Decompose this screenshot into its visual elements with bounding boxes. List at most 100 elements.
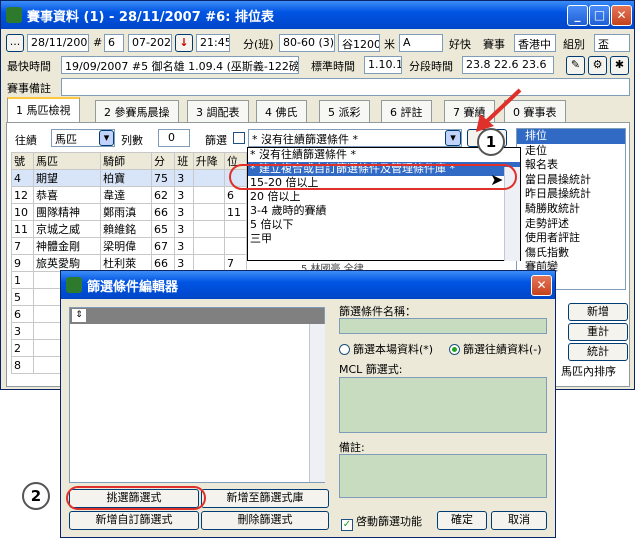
split-time-field[interactable]: 23.8 22.6 23.6 [462, 56, 554, 74]
table-cell [192, 237, 225, 255]
grid-header-cell[interactable]: 號 [11, 152, 34, 170]
tab-comments[interactable]: 6 評註 [381, 100, 432, 122]
grid-header-cell[interactable]: 分 [151, 152, 176, 170]
race-code-field[interactable]: 07-202 [128, 34, 172, 52]
list-scrollbar[interactable] [309, 324, 325, 482]
gear-icon[interactable]: ⚙ [588, 56, 607, 75]
course-field[interactable]: A [399, 34, 443, 52]
table-cell [192, 169, 225, 187]
table-cell: 柏寶 [100, 169, 153, 187]
enable-filter-label: 啓動篩選功能 [356, 515, 422, 528]
sort-label: 馬匹內排序 [561, 365, 616, 378]
list-item[interactable]: 排位 [517, 129, 625, 144]
main-title: 賽事資料 (1) - 28/11/2007 #6: 排位表 [27, 10, 274, 25]
list-item[interactable]: 走勢評述 [517, 217, 625, 232]
track-field[interactable]: 香港中 [514, 34, 556, 52]
venue-distance-field[interactable]: 谷1200 [338, 34, 380, 52]
radio-record-data[interactable]: 篩選往績資料(-) [449, 341, 542, 357]
grid-header-cell[interactable]: 騎師 [100, 152, 153, 170]
new-custom-expression-button[interactable]: 新增自訂篩選式 [69, 511, 199, 530]
minimize-button[interactable]: _ [567, 5, 588, 26]
table-cell: 3 [174, 237, 194, 255]
edit-icon[interactable]: ✎ [566, 56, 585, 75]
tab-morning-workout[interactable]: 2 參賽馬晨操 [95, 100, 179, 122]
filter-checkbox[interactable] [233, 132, 245, 144]
table-cell [192, 254, 225, 272]
remark-input[interactable] [339, 454, 547, 498]
ellipsis-button[interactable]: ... [6, 34, 24, 52]
list-item[interactable]: 使用者評註 [517, 231, 625, 246]
dropdown-item[interactable]: 3-4 歲時的賽績 [248, 204, 520, 218]
list-item[interactable]: 昨日晨操統計 [517, 187, 625, 202]
view-list[interactable]: 排位 走位 報名表 當日晨操統計 昨日晨操統計 騎勝敗統計 走勢評述 使用者評註 傷氏指數 賽前變 [516, 128, 626, 290]
grid-header-cell[interactable]: 馬匹 [32, 152, 102, 170]
list-item[interactable]: 走位 [517, 144, 625, 159]
table-row[interactable]: 9 旅英愛駒 杜利萊 66 3 7 [11, 254, 248, 272]
filter-name-label: 篩選條件名稱： [339, 305, 416, 318]
table-row[interactable]: 10 團隊精神 鄭雨滇 66 3 11 [11, 203, 248, 221]
date-field[interactable]: 28/11/2007 [27, 34, 89, 52]
stats-button[interactable]: 統計 [568, 343, 628, 361]
table-cell: 神體金剛 [32, 237, 102, 255]
tab-allocation[interactable]: 3 調配表 [187, 100, 249, 122]
tab-horse-view[interactable]: 1 馬匹檢視 [7, 97, 80, 123]
radio-local-data[interactable]: 篩選本場資料(*) [339, 341, 433, 357]
list-item[interactable]: 傷氏指數 [517, 246, 625, 261]
filter-dropdown-chevron-icon[interactable]: ▾ [445, 130, 461, 146]
list-item[interactable]: 騎勝敗統計 [517, 202, 625, 217]
grid-header-cell[interactable]: 升降 [192, 152, 225, 170]
enable-filter-checkbox[interactable]: ✓ 啓動篩選功能 [341, 513, 422, 531]
add-to-library-button[interactable]: 新增至篩選式庫 [201, 489, 329, 508]
group-field[interactable]: 盃 [594, 34, 630, 52]
sort-arrows-icon[interactable]: ⇕ [72, 309, 86, 322]
main-titlebar[interactable]: 賽事資料 (1) - 28/11/2007 #6: 排位表 _ □ ✕ [1, 1, 634, 29]
table-cell: 7 [223, 254, 248, 272]
filter-expression-list[interactable]: ⇕ [69, 307, 325, 483]
mcl-expression-input[interactable] [339, 377, 547, 433]
table-cell: 3 [174, 203, 194, 221]
dialog-app-icon [66, 277, 82, 293]
delete-expression-button[interactable]: 刪除篩選式 [201, 511, 329, 530]
enable-check-icon: ✓ [341, 519, 353, 531]
table-row[interactable]: 7 神體金剛 梁明偉 67 3 [11, 237, 248, 255]
dropdown-item[interactable]: 三甲 [248, 232, 520, 246]
filter-name-input[interactable] [339, 318, 547, 334]
table-cell: 恭喜 [32, 186, 102, 204]
dropdown-item[interactable]: 5 倍以下 [248, 218, 520, 232]
close-icon[interactable]: ✕ [611, 5, 632, 26]
tool-icon[interactable]: ✱ [610, 56, 629, 75]
add-button[interactable]: 新增 [568, 303, 628, 321]
split-time-label: 分段時間 [409, 60, 453, 73]
cancel-button[interactable]: 取消 [491, 511, 547, 530]
race-remark-field[interactable] [61, 78, 630, 96]
standard-time-label: 標準時間 [311, 60, 355, 73]
list-item[interactable]: 當日晨操統計 [517, 173, 625, 188]
chevron-down-icon[interactable]: ▾ [99, 130, 114, 146]
ok-button[interactable]: 確定 [437, 511, 487, 530]
recalc-button[interactable]: 重計 [568, 323, 628, 341]
table-row[interactable]: 12 恭喜 韋達 62 3 6 [11, 186, 248, 204]
tab-payout[interactable]: 5 派彩 [319, 100, 370, 122]
table-row[interactable]: 4 期望 柏寶 75 3 [11, 169, 248, 187]
filter-select[interactable]: * 沒有往績篩選條件 * [248, 129, 462, 147]
fastest-time-field[interactable]: 19/09/2007 #5 御名雄 1.09.4 (巫斯義-122磅) [61, 56, 299, 74]
grid-header-cell[interactable]: 班 [174, 152, 194, 170]
standard-time-field[interactable]: 1.10.1 [364, 56, 402, 74]
event-label: 賽事 [483, 38, 505, 51]
table-cell: 66 [151, 254, 176, 272]
list-item[interactable]: 報名表 [517, 158, 625, 173]
table-cell: 3 [174, 254, 194, 272]
table-row[interactable]: 11 京城之威 賴維銘 65 3 [11, 220, 248, 238]
time-field[interactable]: 21:45 [196, 34, 230, 52]
list-header: ⇕ [70, 308, 324, 324]
maximize-button[interactable]: □ [589, 5, 610, 26]
race-no-field[interactable]: 6 [104, 34, 124, 52]
dialog-titlebar[interactable]: 篩選條件編輯器 ✕ [61, 271, 555, 299]
cols-field[interactable]: 0 [158, 129, 190, 147]
table-cell: 期望 [32, 169, 102, 187]
arrow-down-icon[interactable]: ↓ [175, 34, 193, 52]
dialog-close-icon[interactable]: ✕ [531, 275, 552, 296]
tab-ford[interactable]: 4 佛氏 [256, 100, 307, 122]
dropdown-item[interactable]: 20 倍以上 [248, 190, 520, 204]
class-field[interactable]: 80-60 (3) [279, 34, 335, 52]
